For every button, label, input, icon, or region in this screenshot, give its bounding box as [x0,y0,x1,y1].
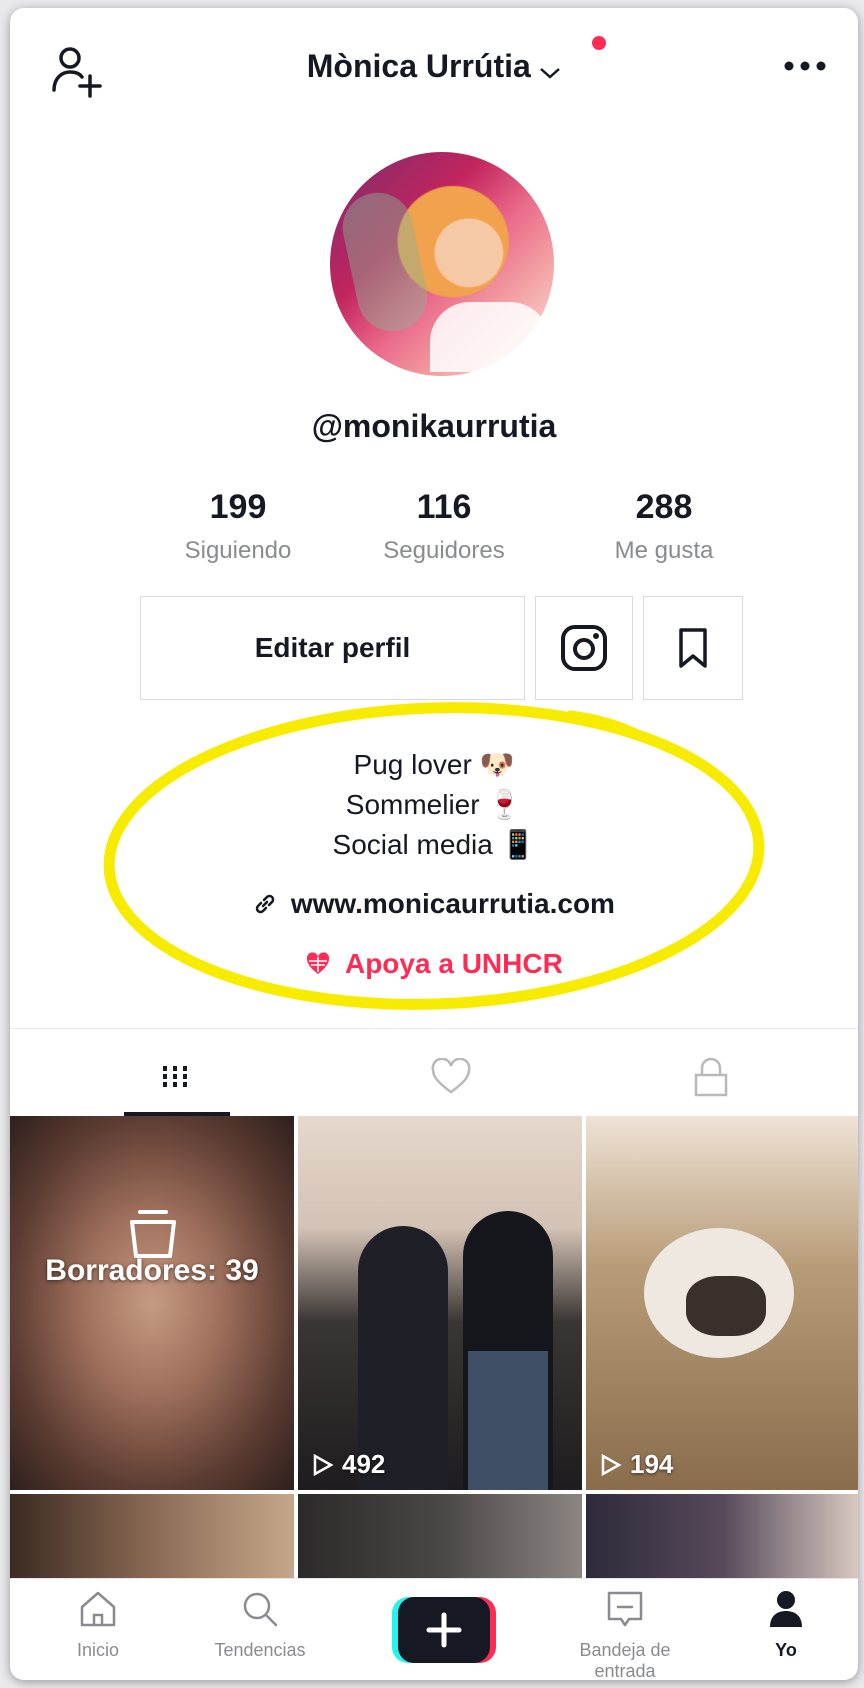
stat-followers[interactable]: 116 Seguidores [344,488,544,565]
drafts-label: Borradores: 39 [45,1254,259,1287]
bottom-nav: Inicio Tendencias Bandeja de entrada Yo [10,1578,858,1680]
home-icon [80,1591,116,1627]
wine-glass-icon: 🍷 [487,789,523,820]
nav-label: Inicio [76,1640,120,1660]
profile-icon [770,1591,802,1627]
bio-line: Sommelier 🍷 [10,788,858,821]
edit-profile-button[interactable]: Editar perfil [140,596,525,700]
globe-heart-icon [307,952,330,974]
play-icon [313,1453,334,1476]
profile-screen: Mònica Urrútia @monikaurrutia 199 Siguie… [10,8,858,1680]
chevron-down-icon[interactable] [539,66,561,80]
view-count-value: 492 [342,1449,386,1479]
dog-icon: 🐶 [479,749,515,780]
video-grid: Borradores: 39 492 194 [10,1116,858,1586]
video-tile[interactable]: 492 [298,1116,582,1490]
avatar[interactable] [330,152,554,376]
stat-value: 199 [209,488,267,526]
content-tabs [10,1028,858,1125]
edit-profile-label: Editar perfil [254,632,411,663]
notification-dot [592,36,606,50]
search-icon [243,1592,278,1627]
bookmark-icon [679,628,707,668]
view-count: 492 [312,1449,385,1480]
nav-home[interactable]: Inicio [28,1587,168,1661]
charity-link[interactable]: Apoya a UNHCR [10,948,858,980]
video-tile[interactable]: 194 [586,1116,858,1490]
website-link[interactable]: www.monicaurrutia.com [10,888,858,920]
bio-text: Social media [332,829,493,860]
bio-line: Pug lover 🐶 [10,748,858,781]
grid-icon [163,1066,187,1088]
stat-value: 116 [416,488,472,526]
instagram-button[interactable] [535,596,633,700]
charity-label: Apoya a UNHCR [344,948,563,979]
view-count-value: 194 [630,1449,674,1479]
top-bar: Mònica Urrútia [10,8,858,128]
drafts-tile[interactable]: Borradores: 39 [10,1116,294,1490]
nav-label: Tendencias [214,1640,306,1660]
nav-label: Bandeja de entrada [579,1640,671,1680]
website-url: www.monicaurrutia.com [290,888,615,919]
video-tile[interactable] [10,1494,294,1586]
nav-inbox[interactable]: Bandeja de entrada [550,1587,700,1680]
inbox-icon [607,1591,643,1627]
heart-icon [431,1058,471,1094]
link-icon [255,894,275,914]
tab-private[interactable] [570,1029,852,1125]
instagram-icon [561,625,607,671]
stat-label: Me gusta [614,537,714,564]
play-icon [601,1453,622,1476]
phone-icon: 📱 [500,829,536,860]
create-plus-icon[interactable] [392,1597,496,1663]
username: @monikaurrutia [311,408,557,444]
view-count: 194 [600,1449,673,1480]
bio-line: Social media 📱 [10,828,858,861]
bio-text: Pug lover [353,749,472,780]
stat-label: Seguidores [383,537,505,564]
stat-label: Siguiendo [184,537,292,564]
nav-label: Yo [775,1640,797,1660]
favorites-button[interactable] [643,596,743,700]
nav-profile[interactable]: Yo [716,1587,856,1661]
stat-likes[interactable]: 288 Me gusta [564,488,764,565]
tab-videos[interactable] [34,1029,316,1125]
lock-icon [694,1057,728,1097]
video-tile[interactable] [298,1494,582,1586]
account-switcher-title[interactable]: Mònica Urrútia [307,48,531,85]
bio-text: Sommelier [345,789,480,820]
video-tile[interactable] [586,1494,858,1586]
more-horizontal-icon[interactable] [780,46,830,86]
tab-liked[interactable] [310,1029,592,1125]
stat-following[interactable]: 199 Siguiendo [138,488,338,565]
nav-discover[interactable]: Tendencias [190,1587,330,1661]
stat-value: 288 [635,488,693,526]
